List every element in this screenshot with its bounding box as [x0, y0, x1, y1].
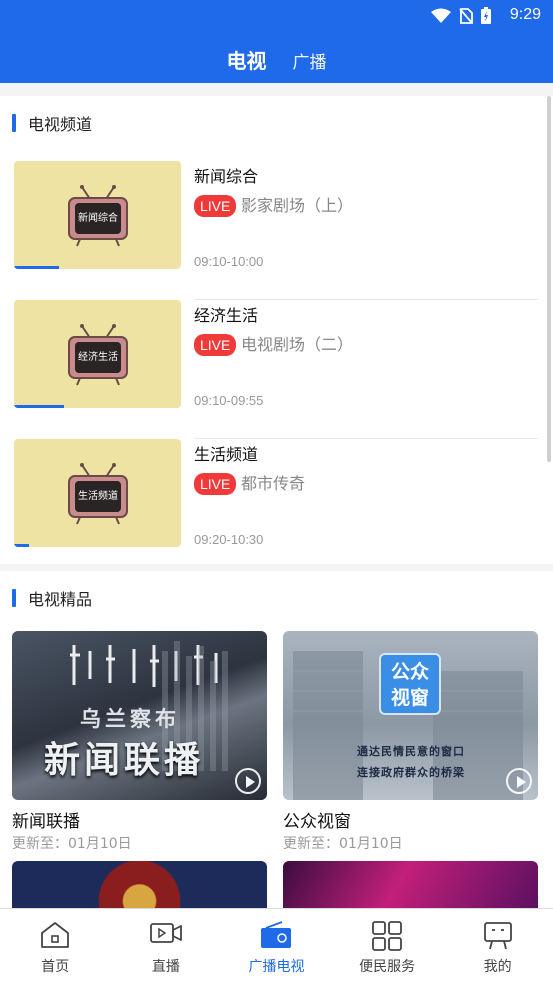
featured-updated: 更新至：01月10日: [12, 836, 132, 852]
nav-label: 首页: [41, 959, 70, 975]
nav-home[interactable]: 首页: [0, 909, 111, 983]
status-time: 9:29: [509, 6, 541, 23]
radio-tv-icon: [261, 921, 292, 948]
section-header: 电视精品: [12, 588, 93, 609]
app-root: 9:29 电视 广播 电视频道 新闻综合 新闻综合 LIVE 影家剧场（上） 0…: [0, 0, 553, 983]
status-icons: [431, 7, 491, 24]
thumbnail-label: 经济生活: [78, 352, 118, 363]
featured-card-partial[interactable]: [283, 861, 538, 911]
program-time: 09:10-10:00: [194, 254, 264, 269]
nav-label: 便民服务: [359, 959, 416, 975]
thumbnail-label: 新闻综合: [78, 213, 118, 224]
current-program: 都市传奇: [241, 474, 306, 493]
featured-updated: 更新至：01月10日: [283, 836, 403, 852]
channel-name: 经济生活: [194, 306, 259, 325]
section-title: 电视精品: [28, 590, 93, 609]
channel-thumbnail[interactable]: 生活频道: [14, 439, 181, 547]
profile-icon: [483, 922, 512, 950]
program-progress-bar: [14, 266, 60, 269]
nav-radio-tv[interactable]: 广播电视: [221, 909, 332, 983]
program-time: 09:10-09:55: [194, 393, 264, 408]
channel-row[interactable]: 新闻综合 新闻综合 LIVE 影家剧场（上） 09:10-10:00: [14, 161, 538, 300]
current-program: 电视剧场（二）: [241, 335, 354, 354]
cover-slogan: 连接政府群众的桥梁: [357, 766, 465, 779]
featured-cover[interactable]: 公众 视窗 通达民情民意的窗口 连接政府群众的桥梁: [283, 631, 538, 800]
cover-title: 新闻联播: [44, 740, 205, 781]
featured-title: 公众视窗: [283, 812, 351, 832]
header-tabs: 电视 广播: [0, 45, 553, 74]
nav-live[interactable]: 直播: [111, 909, 222, 983]
channel-row[interactable]: 生活频道 生活频道 LIVE 都市传奇 09:20-10:30: [14, 439, 538, 578]
battery-icon: [481, 7, 491, 24]
tv-featured-section: 电视精品 乌兰察布 新闻联播 新闻联播 更新至：01月10日 公众 视窗 通达民…: [0, 571, 553, 911]
play-icon[interactable]: [235, 768, 261, 794]
channel-thumbnail[interactable]: 新闻综合: [14, 161, 181, 269]
section-accent-bar: [12, 114, 16, 132]
channel-name: 生活频道: [194, 445, 259, 464]
section-header: 电视频道: [12, 113, 93, 134]
nav-label: 我的: [483, 959, 512, 975]
nav-label: 直播: [151, 959, 180, 975]
featured-cover[interactable]: 乌兰察布 新闻联播: [12, 631, 267, 800]
top-header: 9:29 电视 广播: [0, 0, 553, 83]
tab-radio[interactable]: 广播: [293, 48, 327, 73]
live-badge: LIVE: [194, 473, 237, 495]
live-badge: LIVE: [194, 195, 237, 217]
featured-title: 新闻联播: [12, 812, 80, 832]
channel-name: 新闻综合: [194, 167, 259, 186]
program-progress-bar: [14, 544, 30, 547]
section-accent-bar: [12, 589, 16, 607]
live-badge: LIVE: [194, 334, 237, 356]
grid-services-icon: [372, 921, 402, 951]
cover-logo-line: 公众: [390, 661, 429, 683]
section-title: 电视频道: [28, 115, 93, 134]
no-sim-icon: [459, 7, 473, 24]
cover-slogan: 通达民情民意的窗口: [357, 745, 465, 758]
video-camera-icon: [149, 923, 182, 943]
nav-label: 广播电视: [248, 959, 305, 975]
cover-subtitle: 乌兰察布: [80, 707, 180, 731]
nav-profile[interactable]: 我的: [442, 909, 553, 983]
channel-row[interactable]: 经济生活 经济生活 LIVE 电视剧场（二） 09:10-09:55: [14, 300, 538, 439]
scroll-indicator[interactable]: [547, 96, 551, 462]
program-progress-bar: [14, 405, 65, 408]
cover-logo-line: 视窗: [390, 687, 429, 709]
nav-services[interactable]: 便民服务: [332, 909, 443, 983]
cover-logo: 公众 视窗: [379, 653, 441, 715]
play-icon[interactable]: [506, 768, 532, 794]
bottom-nav: 首页 直播 广播电视 便民服务 我的: [0, 908, 553, 983]
home-icon: [41, 922, 70, 948]
tab-tv[interactable]: 电视: [227, 45, 267, 74]
featured-card-partial[interactable]: [12, 861, 267, 911]
channel-thumbnail[interactable]: 经济生活: [14, 300, 181, 408]
tv-channels-section: 电视频道 新闻综合 新闻综合 LIVE 影家剧场（上） 09:10-10:00 …: [0, 96, 553, 564]
current-program: 影家剧场（上）: [241, 196, 354, 215]
wifi-icon: [431, 8, 451, 23]
thumbnail-label: 生活频道: [78, 491, 118, 502]
program-time: 09:20-10:30: [194, 532, 264, 547]
